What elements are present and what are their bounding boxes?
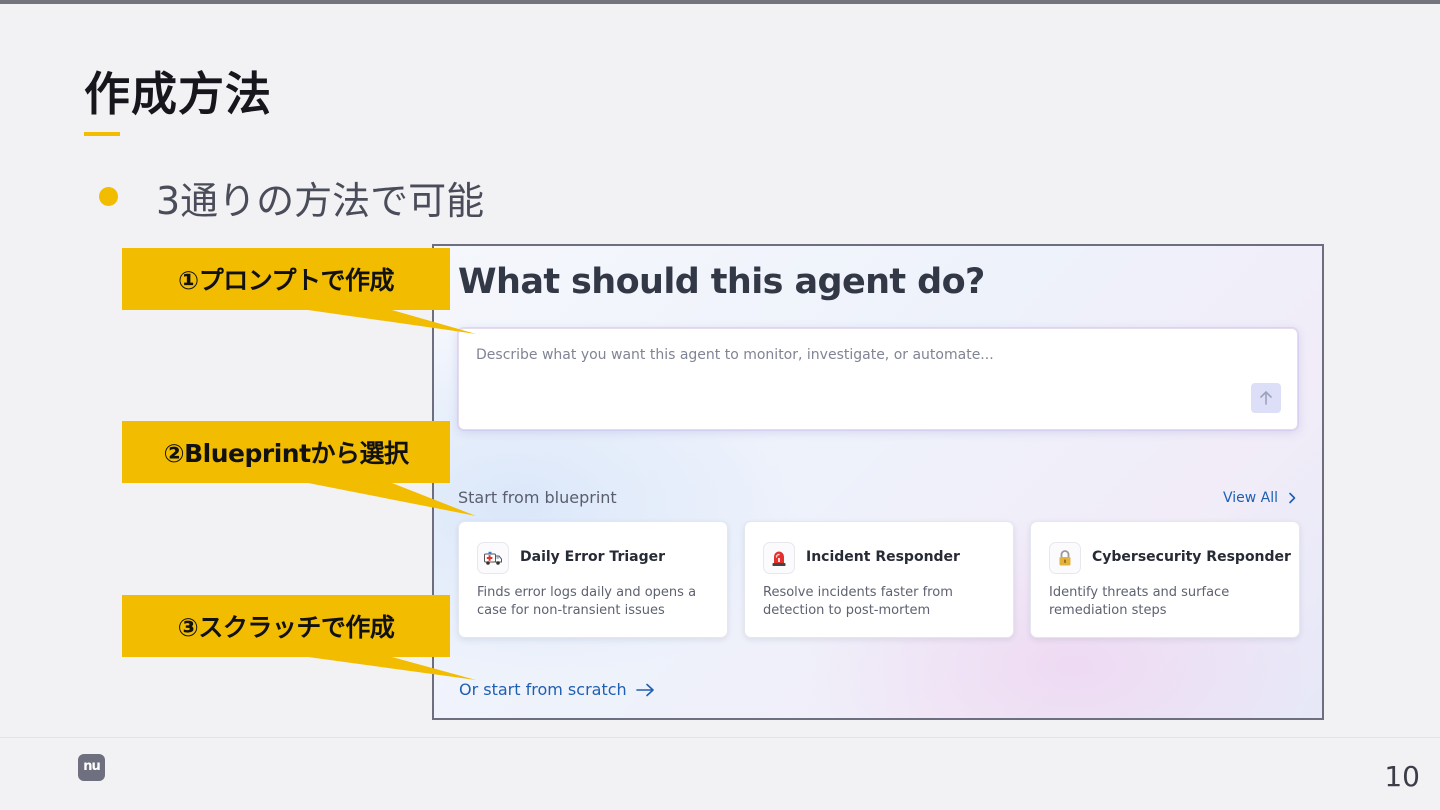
chevron-right-icon bbox=[1289, 492, 1296, 504]
agent-prompt-input[interactable] bbox=[476, 347, 1216, 363]
agent-prompt-heading: What should this agent do? bbox=[458, 262, 985, 302]
card-description: Finds error logs daily and opens a case … bbox=[477, 585, 697, 618]
ambulance-icon bbox=[477, 542, 509, 574]
send-button[interactable] bbox=[1251, 383, 1281, 413]
slide-title: 作成方法 bbox=[84, 67, 272, 121]
arrow-up-icon bbox=[1260, 391, 1272, 405]
view-all-link[interactable]: View All bbox=[1223, 490, 1298, 506]
view-all-label: View All bbox=[1222, 490, 1278, 506]
blueprint-section-label: Start from blueprint bbox=[458, 488, 617, 507]
scratch-link-label: Or start from scratch bbox=[459, 680, 627, 699]
prompt-box bbox=[458, 328, 1298, 430]
lock-icon bbox=[1049, 542, 1081, 574]
siren-icon bbox=[763, 542, 795, 574]
page-number: 10 bbox=[1384, 760, 1420, 793]
top-bar bbox=[0, 0, 1440, 4]
callout-blueprint: ②Blueprintから選択 bbox=[163, 439, 409, 468]
blueprint-card-daily-error-triager[interactable]: Daily Error Triager Finds error logs dai… bbox=[458, 521, 728, 638]
footer-divider bbox=[0, 737, 1440, 738]
agent-creation-screenshot: What should this agent do? Start from bl… bbox=[432, 244, 1324, 720]
card-title: Incident Responder bbox=[806, 549, 960, 565]
card-title: Cybersecurity Responder bbox=[1092, 549, 1291, 565]
callout-scratch: ③スクラッチで作成 bbox=[177, 613, 395, 642]
blueprint-card-cybersecurity-responder[interactable]: Cybersecurity Responder Identify threats… bbox=[1030, 521, 1300, 638]
blueprint-card-incident-responder[interactable]: Incident Responder Resolve incidents fas… bbox=[744, 521, 1014, 638]
callout-prompt: ①プロンプトで作成 bbox=[178, 266, 394, 295]
bullet-text: 3通りの方法で可能 bbox=[156, 179, 485, 223]
card-description: Resolve incidents faster from detection … bbox=[763, 585, 953, 618]
arrow-right-icon bbox=[635, 683, 654, 696]
logo-text: nu bbox=[83, 759, 100, 774]
start-from-scratch-link[interactable]: Or start from scratch bbox=[459, 680, 655, 699]
company-logo: nu bbox=[78, 754, 105, 781]
title-underline bbox=[84, 132, 120, 136]
card-description: Identify threats and surface remediation… bbox=[1049, 585, 1230, 618]
card-title: Daily Error Triager bbox=[520, 549, 666, 565]
bullet-dot bbox=[99, 187, 118, 206]
